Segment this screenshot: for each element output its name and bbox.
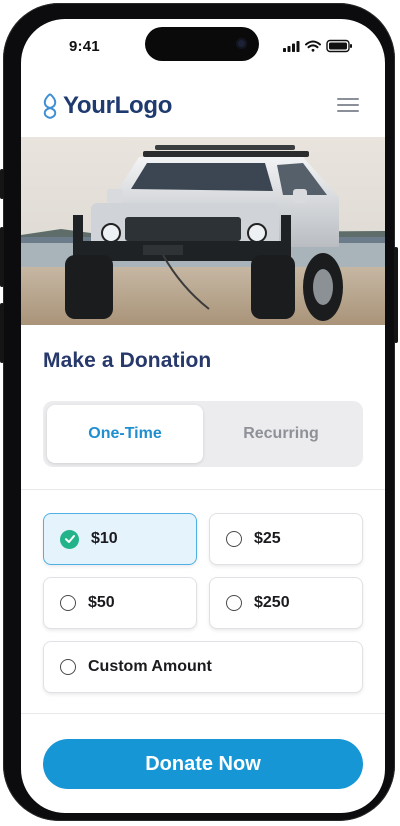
signal-icon	[283, 41, 300, 52]
tab-one-time[interactable]: One-Time	[47, 405, 203, 463]
divider-top	[21, 489, 385, 490]
hamburger-menu-icon[interactable]	[337, 94, 361, 116]
hero-image	[21, 137, 385, 325]
amount-option-custom[interactable]: Custom Amount	[43, 641, 363, 693]
logo-mark-icon	[43, 93, 57, 119]
volume-down-button	[0, 303, 4, 363]
status-bar: 9:41	[21, 19, 385, 73]
app-header: YourLogo	[21, 81, 385, 141]
amount-option-10[interactable]: $10	[43, 513, 197, 565]
power-button	[394, 247, 398, 343]
battery-icon	[326, 39, 352, 53]
donate-now-button[interactable]: Donate Now	[43, 739, 363, 789]
amount-label: $50	[88, 594, 115, 611]
tab-recurring[interactable]: Recurring	[203, 405, 359, 463]
amount-label: $25	[254, 530, 281, 547]
amount-option-25[interactable]: $25	[209, 513, 363, 565]
frequency-tabs: One-Time Recurring	[43, 401, 363, 467]
silent-switch	[0, 169, 4, 199]
radio-icon	[226, 531, 242, 547]
amount-option-250[interactable]: $250	[209, 577, 363, 629]
radio-icon	[60, 659, 76, 675]
phone-frame: 9:41 YourLogo Make a Donation One-Time R…	[0, 3, 398, 821]
wifi-icon	[305, 40, 321, 52]
dynamic-island	[145, 27, 259, 61]
logo[interactable]: YourLogo	[41, 88, 172, 124]
amount-option-50[interactable]: $50	[43, 577, 197, 629]
phone-screen: 9:41 YourLogo Make a Donation One-Time R…	[21, 19, 385, 813]
logo-text: YourLogo	[63, 92, 173, 119]
radio-icon	[60, 595, 76, 611]
check-circle-icon	[60, 529, 79, 549]
amount-label: Custom Amount	[88, 658, 212, 675]
radio-icon	[226, 595, 242, 611]
donation-title: Make a Donation	[43, 349, 212, 372]
divider-bottom	[21, 713, 385, 714]
status-time: 9:41	[69, 38, 100, 55]
volume-up-button	[0, 227, 4, 287]
amount-label: $250	[254, 594, 290, 611]
status-icons	[283, 39, 352, 53]
amount-label: $10	[91, 530, 118, 547]
suv-photo	[21, 137, 385, 325]
camera-icon	[236, 38, 247, 49]
